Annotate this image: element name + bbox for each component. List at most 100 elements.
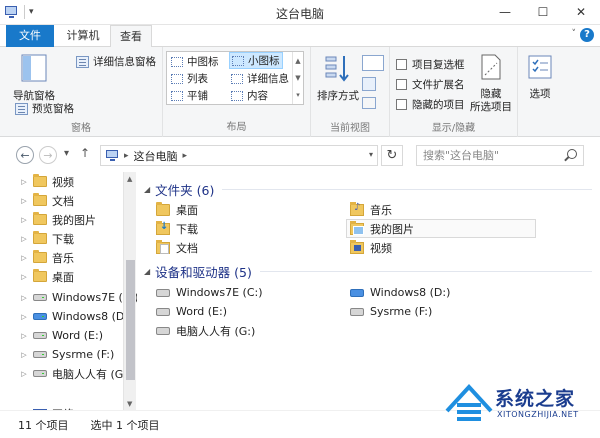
folder-item[interactable]: 文档: [156, 238, 198, 257]
nav-item[interactable]: ▷ 我的图片: [0, 210, 96, 229]
folder-icon: [33, 231, 47, 244]
nav-item[interactable]: ▷ Word (E:): [0, 326, 103, 345]
nav-scrollbar[interactable]: ▲ ▼: [123, 172, 136, 410]
details-pane-button[interactable]: 详细信息窗格: [76, 54, 156, 69]
ribbon-collapse-icon[interactable]: ˅: [572, 29, 577, 39]
checkbox[interactable]: [396, 79, 407, 90]
layout-small-icons[interactable]: 小图标: [229, 52, 283, 69]
drive-item[interactable]: Word (E:): [156, 302, 227, 321]
folder-item-label: 我的图片: [370, 222, 414, 236]
drive-icon: [156, 326, 170, 335]
expand-icon[interactable]: ▷: [20, 351, 28, 359]
expand-icon[interactable]: ▷: [20, 313, 28, 321]
expand-icon[interactable]: ▷: [20, 216, 28, 224]
address-dropdown-icon[interactable]: ▾: [369, 150, 373, 159]
folder-item[interactable]: 桌面: [156, 200, 198, 219]
add-columns-icon[interactable]: [362, 77, 376, 91]
nav-item[interactable]: ▷ Windows8 (D:): [0, 307, 132, 326]
sort-by-button[interactable]: 排序方式: [315, 53, 361, 103]
expand-icon[interactable]: ▷: [20, 294, 28, 302]
collapse-icon[interactable]: ◢: [144, 267, 150, 276]
refresh-button[interactable]: ↻: [381, 145, 403, 166]
hidden-items-toggle[interactable]: 隐藏的项目: [396, 97, 465, 112]
nav-item[interactable]: ▷ 文档: [0, 191, 74, 210]
layout-list[interactable]: 列表: [169, 70, 210, 87]
folder-item[interactable]: 我的图片: [346, 219, 536, 238]
tab-file[interactable]: 文件: [6, 25, 54, 47]
minimize-button[interactable]: —: [486, 0, 524, 24]
nav-item[interactable]: ▷ 下载: [0, 229, 74, 248]
tiles-icon: [171, 90, 183, 101]
scroll-up-icon[interactable]: ▲: [127, 175, 132, 183]
tab-view[interactable]: 查看: [110, 25, 152, 48]
drive-item[interactable]: Sysrme (F:): [350, 302, 432, 321]
preview-pane-button[interactable]: 预览窗格: [15, 101, 74, 116]
nav-item[interactable]: ▷ Sysrme (F:): [0, 345, 114, 364]
drive-icon: [33, 370, 47, 377]
expand-icon[interactable]: ▷: [20, 178, 28, 186]
drive-item[interactable]: Windows8 (D:): [350, 283, 450, 302]
folder-item[interactable]: 下载: [156, 219, 198, 238]
checkbox[interactable]: [396, 59, 407, 70]
navigation-pane: ▷ 视频 ▷ 文档 ▷ 我的图片 ▷ 下载 ▷ 音乐 ▷ 桌面 ▷ Windows7E (C:) ▷ Wind…: [0, 172, 137, 410]
divider: [260, 271, 592, 272]
layout-gallery-scroll[interactable]: ▲ ▼ ▾: [292, 52, 303, 104]
drive-item[interactable]: 电脑人人有 (G:): [156, 321, 255, 340]
search-placeholder: 搜索"这台电脑": [423, 149, 500, 162]
up-button[interactable]: ↑: [80, 146, 90, 160]
expand-icon[interactable]: ▷: [20, 273, 28, 281]
nav-item[interactable]: ▷ 电脑人人有 (G:): [0, 364, 131, 383]
nav-item[interactable]: ▷ Windows7E (C:): [0, 288, 137, 307]
chevron-right-icon[interactable]: ▸: [183, 151, 188, 161]
maximize-button[interactable]: ☐: [524, 0, 562, 24]
tab-computer[interactable]: 计算机: [58, 25, 108, 47]
layout-details[interactable]: 详细信息: [229, 70, 291, 87]
drive-icon: [33, 294, 47, 301]
folders-section-header[interactable]: ◢ 文件夹 (6): [144, 180, 214, 199]
options-button[interactable]: 选项: [522, 53, 558, 101]
close-button[interactable]: ✕: [562, 0, 600, 24]
chevron-right-icon[interactable]: ▸: [124, 151, 129, 161]
back-button[interactable]: ←: [16, 146, 34, 164]
nav-pane-button[interactable]: 导航窗格: [6, 53, 62, 103]
expand-icon[interactable]: ▷: [20, 254, 28, 262]
item-checkboxes-toggle[interactable]: 项目复选框: [396, 57, 465, 72]
nav-item[interactable]: ▷ 视频: [0, 172, 74, 191]
drive-item[interactable]: Windows7E (C:): [156, 283, 263, 302]
details-icon: [231, 73, 243, 84]
layout-medium-icons[interactable]: 中图标: [169, 53, 221, 70]
file-extensions-toggle[interactable]: 文件扩展名: [396, 77, 465, 92]
selection-count: 选中 1 个项目: [90, 418, 160, 432]
hide-selected-label-2: 所选项目: [470, 101, 512, 113]
layout-content[interactable]: 内容: [229, 87, 270, 104]
drive-icon: [350, 307, 364, 316]
devices-section-header[interactable]: ◢ 设备和驱动器 (5): [144, 262, 252, 281]
scroll-thumb[interactable]: [126, 260, 135, 380]
drive-icon: [33, 332, 47, 339]
expand-icon[interactable]: ▷: [20, 332, 28, 340]
address-field[interactable]: ▸ 这台电脑 ▸ ▾: [100, 145, 378, 166]
collapse-icon[interactable]: ◢: [144, 185, 150, 194]
expand-icon[interactable]: ▷: [20, 197, 28, 205]
folder-item[interactable]: 视频: [350, 238, 392, 257]
checkbox[interactable]: [396, 99, 407, 110]
help-icon[interactable]: ?: [580, 28, 594, 42]
scroll-down-icon[interactable]: ▼: [127, 400, 132, 408]
forward-button[interactable]: →: [39, 146, 57, 164]
size-columns-icon[interactable]: [362, 97, 376, 109]
expand-icon[interactable]: ▷: [20, 235, 28, 243]
layout-tiles[interactable]: 平铺: [169, 87, 210, 104]
folder-item-label: 音乐: [370, 203, 392, 217]
group-by-icon[interactable]: [362, 55, 384, 71]
options-label: 选项: [529, 88, 551, 100]
breadcrumb-this-pc[interactable]: 这台电脑: [134, 148, 178, 164]
search-input[interactable]: 搜索"这台电脑": [416, 145, 584, 166]
hide-selected-button[interactable]: 隐藏 所选项目: [466, 53, 516, 114]
nav-item[interactable]: ▷ 音乐: [0, 248, 74, 267]
drive-item-label: Word (E:): [176, 305, 228, 318]
folder-item[interactable]: 音乐: [350, 200, 392, 219]
recent-locations-icon[interactable]: ▾: [64, 148, 69, 159]
expand-icon[interactable]: ▷: [20, 370, 28, 378]
nav-item[interactable]: ▷ 桌面: [0, 267, 74, 286]
nav-item-label: 桌面: [52, 270, 74, 284]
